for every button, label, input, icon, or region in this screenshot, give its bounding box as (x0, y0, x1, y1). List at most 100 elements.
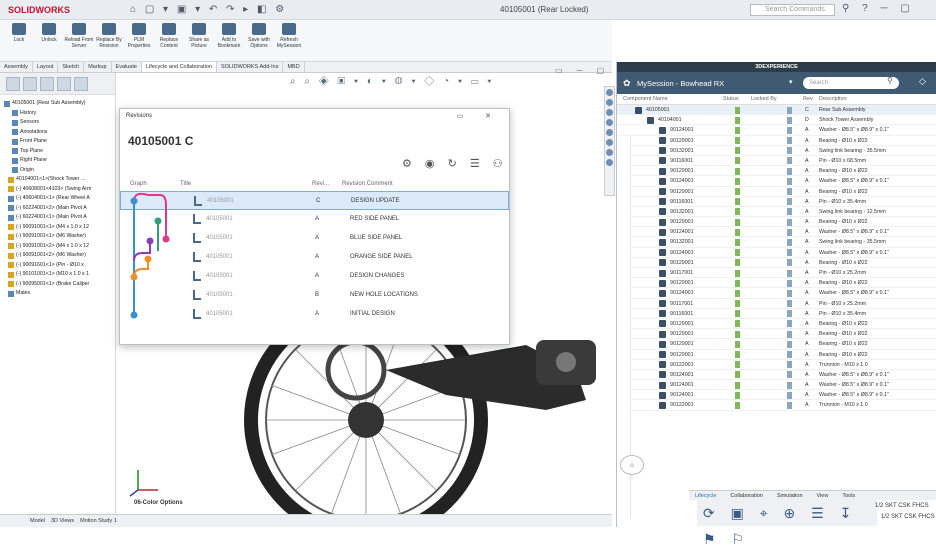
explorer-tab[interactable]: Simulation (777, 493, 803, 499)
command-tab[interactable]: Assembly (0, 62, 33, 72)
chevron-down-icon[interactable]: ▾ (789, 78, 793, 86)
lock-icon[interactable] (787, 208, 792, 216)
ribbon-button[interactable]: Lock (4, 20, 34, 61)
library-icon[interactable] (606, 99, 613, 106)
explorer-row[interactable]: 90117001 A Pin - Ø10 x 25.2mm (617, 268, 936, 279)
tree-node[interactable]: 40105001 (Rear Sub Assembly) (4, 99, 113, 109)
tree-node[interactable]: History (4, 109, 113, 119)
explorer-row[interactable]: 90124001 A Washer - Ø8.5" x Ø8.9" x 0.1" (617, 380, 936, 391)
mysession-search-input[interactable]: Search (803, 77, 899, 89)
lock-icon[interactable] (787, 351, 792, 358)
explorer-tab[interactable]: Lifecycle (695, 493, 716, 499)
custom-props-icon[interactable] (606, 139, 613, 146)
explorer-row[interactable]: 40105001 C Rear Sub Assembly (617, 105, 936, 116)
explorer-row[interactable]: 90116001 A Pin - Ø10 x 35.4mm (617, 197, 936, 207)
lock-icon[interactable] (787, 249, 792, 257)
lock-icon[interactable] (787, 361, 792, 369)
ribbon-button[interactable]: Refresh MySession (274, 20, 304, 61)
tree-node[interactable]: (-) 90091001<1> (M6 Washer) (4, 232, 113, 242)
col-title[interactable]: Title (180, 181, 191, 187)
ribbon-button[interactable]: Save with Options (244, 20, 274, 61)
explorer-row[interactable]: 90122001 A Trunnion - M10 x 1.0 (617, 400, 936, 411)
lock-icon[interactable] (787, 157, 792, 165)
col-component-name[interactable]: Component Name (623, 96, 668, 102)
lock-icon[interactable] (787, 340, 792, 348)
config-tab[interactable] (40, 76, 54, 91)
lock-icon[interactable] (787, 137, 792, 145)
tree-node[interactable]: Origin (4, 166, 113, 176)
explorer-row[interactable]: 90132001 A Swing link bearing - 35.5mm (617, 146, 936, 156)
ribbon-button[interactable]: Unlock (34, 20, 64, 61)
bottom-tab[interactable]: 3D Views (51, 518, 74, 524)
lock-icon[interactable] (787, 238, 792, 246)
resources-icon[interactable] (606, 89, 613, 96)
search-commands-input[interactable]: Search Commands (750, 4, 835, 16)
tree-node[interactable]: (-) 90091601<1> (Pin - Ø10 x (4, 261, 113, 271)
session-icon[interactable] (606, 159, 613, 166)
explorer-row[interactable]: 90129001 A Bearing - Ø10 x Ø22 (617, 319, 936, 330)
lock-icon[interactable] (787, 259, 792, 267)
tree-node[interactable]: (-) 90091001<2> (M4 x 1.0 x 12 (4, 242, 113, 252)
lock-icon[interactable] (787, 289, 792, 297)
explorer-row[interactable]: 90124001 A Washer - Ø8.5" x Ø8.9" x 0.1" (617, 227, 936, 238)
lock-icon[interactable] (787, 147, 792, 155)
command-tab[interactable]: Layout (33, 62, 59, 72)
explorer-row[interactable]: 90116001 A Pin - Ø10 x 35.4mm (617, 309, 936, 319)
lock-icon[interactable] (787, 330, 792, 338)
lock-icon[interactable] (787, 401, 792, 409)
explorer-row[interactable]: 90132001 A Swing link bearing - 35.5mm (617, 237, 936, 248)
lock-icon[interactable] (787, 371, 792, 379)
command-tab[interactable]: Lifecycle and Collaboration (141, 62, 217, 72)
tree-node[interactable]: Right Plane (4, 156, 113, 166)
col-locked-by[interactable]: Locked By (751, 96, 777, 102)
tree-node[interactable]: (-) 90101001<1> (M10 x 1.0 x 1 (4, 270, 113, 280)
lock-icon[interactable] (787, 106, 792, 114)
explorer-row[interactable]: 90124001 A Washer - Ø8.5" x Ø8.9" x 0.1" (617, 390, 936, 401)
lifecycle-toolbar[interactable]: ⟳ ▣ ⌖ ⊕ ☰ ↧ ⚑ ⚐ (697, 500, 877, 547)
ribbon-button[interactable]: PLM Properties (124, 20, 154, 61)
tree-node[interactable]: Sensors (4, 118, 113, 128)
explorer-row[interactable]: 90129001 A Bearing - Ø10 x Ø22 (617, 339, 936, 350)
chat-icon[interactable]: ☺ (620, 455, 644, 475)
dialog-window-controls[interactable]: ▭ ✕ (457, 112, 501, 120)
explorer-row[interactable]: 90129001 A Bearing - Ø10 x Ø22 (617, 217, 936, 228)
bottom-tab[interactable]: Model (30, 518, 45, 524)
tree-node[interactable]: (-) 60224001<2> (Main Pivot A (4, 204, 113, 214)
explorer-row[interactable]: 90129001 A Bearing - Ø10 x Ø22 (617, 350, 936, 360)
explorer-row[interactable]: 90129001 A Bearing - Ø10 x Ø22 (617, 166, 936, 177)
tree-node[interactable]: 40104001<1>(Shock Tower ... (4, 175, 113, 185)
explorer-row[interactable]: 90124001 A Washer - Ø8.5" x Ø8.9" x 0.1" (617, 370, 936, 381)
ribbon-button[interactable]: Reload From Server (64, 20, 94, 61)
explorer-row[interactable]: 90122001 A Trunnion - M10 x 1.0 (617, 360, 936, 370)
tree-node[interactable]: Front Plane (4, 137, 113, 147)
lock-icon[interactable] (787, 391, 792, 399)
ribbon-button[interactable]: Share as Picture (184, 20, 214, 61)
explorer-row[interactable]: 90129001 A Bearing - Ø10 x Ø22 (617, 278, 936, 289)
explorer-row[interactable]: 40104001 D Shock Tower Assembly (617, 115, 936, 126)
compass-icon[interactable]: ✿ (623, 78, 631, 89)
explorer-row[interactable]: 90117001 A Pin - Ø10 x 25.2mm (617, 299, 936, 309)
explorer-tab[interactable]: View (817, 493, 829, 499)
lock-icon[interactable] (787, 188, 792, 195)
explorer-row[interactable]: 90132001 A Swing link bearing - 12.5mm (617, 207, 936, 218)
explorer-tab[interactable]: Collaboration (730, 493, 762, 499)
lock-icon[interactable] (787, 167, 792, 175)
lock-icon[interactable] (787, 218, 792, 226)
col-revision[interactable]: Revi... (312, 181, 329, 187)
quick-access-toolbar[interactable]: ⌂ ▢ ▾ ▣ ▾ ↶ ↷ ▸ ◧ ⚙ (130, 4, 287, 15)
lock-icon[interactable] (787, 126, 792, 134)
dim-tab[interactable] (57, 76, 71, 91)
lock-icon[interactable] (787, 177, 792, 185)
tree-node[interactable]: (-) 90091001<2> (M6 Washer) (4, 251, 113, 261)
ribbon-button[interactable]: Replace By Revision (94, 20, 124, 61)
lock-icon[interactable] (787, 310, 792, 318)
explorer-row[interactable]: 90116001 A Pin - Ø10 x 68.5mm (617, 156, 936, 167)
command-tab[interactable]: MBD (283, 62, 305, 72)
explorer-row[interactable]: 90124001 A Washer - Ø8.5" x Ø8.9" x 0.1" (617, 248, 936, 258)
tag-icon[interactable]: ◇ (919, 76, 926, 87)
bottom-tab[interactable]: Motion Study 1 (80, 518, 117, 524)
display-tab[interactable] (74, 76, 88, 91)
lock-icon[interactable] (787, 381, 792, 389)
tree-node[interactable]: (-) 40604001<1> (Rear Wheel A (4, 194, 113, 204)
ribbon-button[interactable]: Add to Bookmark (214, 20, 244, 61)
